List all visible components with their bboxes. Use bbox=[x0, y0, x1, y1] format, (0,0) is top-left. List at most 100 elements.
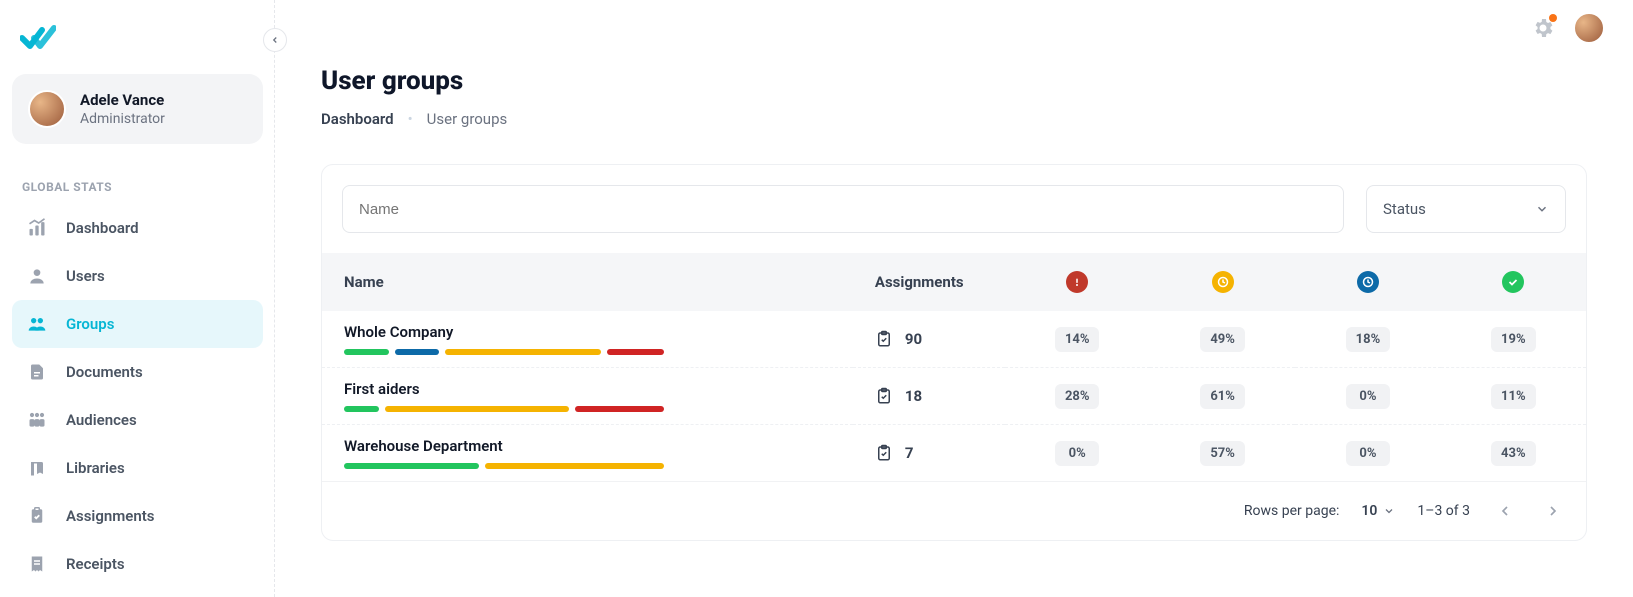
cell-assignments: 90 bbox=[853, 311, 1005, 368]
percent-badge: 61% bbox=[1200, 384, 1245, 409]
cell-assignments: 7 bbox=[853, 425, 1005, 482]
cell-percent-0: 28% bbox=[1005, 368, 1150, 425]
clock-blue-icon bbox=[1357, 271, 1379, 293]
assignments-count: 7 bbox=[905, 444, 914, 462]
table-row[interactable]: First aiders 18 28% 61% 0%11% bbox=[322, 368, 1586, 425]
cell-percent-3: 11% bbox=[1441, 368, 1586, 425]
sidebar-item-receipts[interactable]: Receipts bbox=[12, 540, 263, 588]
name-filter-input[interactable] bbox=[342, 185, 1344, 233]
breadcrumb-separator: • bbox=[408, 110, 413, 128]
breadcrumb-current: User groups bbox=[427, 110, 508, 128]
table-footer: Rows per page: 10 1–3 of 3 bbox=[322, 481, 1586, 540]
assignments-count: 18 bbox=[905, 387, 922, 405]
notification-dot bbox=[1549, 14, 1557, 22]
clipboard-icon bbox=[875, 329, 893, 349]
pagination-range: 1–3 of 3 bbox=[1417, 503, 1470, 519]
next-page-button[interactable] bbox=[1540, 498, 1566, 524]
sidebar-item-libraries[interactable]: Libraries bbox=[12, 444, 263, 492]
col-status-done bbox=[1441, 253, 1586, 311]
cell-percent-0: 14% bbox=[1005, 311, 1150, 368]
table-row[interactable]: Warehouse Department 7 0% 57% 0% 43% bbox=[322, 425, 1586, 482]
collapse-sidebar-button[interactable] bbox=[263, 28, 287, 52]
clock-yellow-icon bbox=[1212, 271, 1234, 293]
clipboard-icon bbox=[875, 386, 893, 406]
clipboard-check-icon bbox=[26, 505, 48, 527]
topbar-avatar[interactable] bbox=[1573, 12, 1605, 44]
sidebar-item-label: Audiences bbox=[66, 411, 137, 429]
chevron-right-icon bbox=[1545, 503, 1561, 519]
filters: Status bbox=[322, 165, 1586, 253]
cell-percent-3: 43% bbox=[1441, 425, 1586, 482]
sidebar-item-audiences[interactable]: Audiences bbox=[12, 396, 263, 444]
cell-percent-0: 0% bbox=[1005, 425, 1150, 482]
rows-per-page-label: Rows per page: bbox=[1244, 503, 1339, 519]
cell-name: Warehouse Department bbox=[322, 425, 853, 482]
group-name: First aiders bbox=[344, 380, 831, 398]
percent-badge: 43% bbox=[1491, 441, 1536, 466]
group-name: Whole Company bbox=[344, 323, 831, 341]
sidebar-item-label: Groups bbox=[66, 315, 114, 333]
sidebar-item-label: Assignments bbox=[66, 507, 154, 525]
col-assignments: Assignments bbox=[853, 253, 1005, 311]
chevron-left-icon bbox=[270, 35, 280, 45]
user-role: Administrator bbox=[80, 111, 165, 127]
percent-badge: 0% bbox=[1055, 441, 1099, 466]
percent-badge: 49% bbox=[1200, 327, 1245, 352]
percent-badge: 19% bbox=[1491, 327, 1536, 352]
cell-percent-2: 0% bbox=[1295, 368, 1440, 425]
rows-per-page-select[interactable]: 10 bbox=[1361, 503, 1395, 519]
cell-percent-2: 18% bbox=[1295, 311, 1440, 368]
main: User groups Dashboard • User groups Stat… bbox=[275, 0, 1633, 597]
check-icon bbox=[1502, 271, 1524, 293]
user-card[interactable]: Adele Vance Administrator bbox=[12, 74, 263, 144]
page-title: User groups bbox=[321, 66, 1587, 96]
chevron-left-icon bbox=[1497, 503, 1513, 519]
sidebar-item-groups[interactable]: Groups bbox=[12, 300, 263, 348]
audience-icon bbox=[26, 409, 48, 431]
sidebar-item-label: Libraries bbox=[66, 459, 125, 477]
users-group-icon bbox=[26, 313, 48, 335]
cell-name: First aiders bbox=[322, 368, 853, 425]
col-status-pending bbox=[1150, 253, 1295, 311]
topbar bbox=[1531, 12, 1605, 44]
cell-percent-2: 0% bbox=[1295, 425, 1440, 482]
alert-icon bbox=[1066, 271, 1088, 293]
percent-badge: 0% bbox=[1346, 441, 1390, 466]
groups-card: Status Name Assignments bbox=[321, 164, 1587, 541]
status-filter-label: Status bbox=[1383, 200, 1426, 218]
percent-badge: 28% bbox=[1055, 384, 1100, 409]
percent-badge: 57% bbox=[1200, 441, 1245, 466]
sidebar-item-label: Receipts bbox=[66, 555, 125, 573]
user-icon bbox=[26, 265, 48, 287]
document-icon bbox=[26, 361, 48, 383]
breadcrumb: Dashboard • User groups bbox=[321, 110, 1587, 128]
cell-percent-3: 19% bbox=[1441, 311, 1586, 368]
sidebar-item-dashboard[interactable]: Dashboard bbox=[12, 204, 263, 252]
sidebar-item-documents[interactable]: Documents bbox=[12, 348, 263, 396]
status-filter-select[interactable]: Status bbox=[1366, 185, 1566, 233]
sidebar-nav: Dashboard Users Groups Documents Audiences Li… bbox=[12, 204, 263, 588]
progress-bar bbox=[344, 463, 664, 469]
cell-percent-1: 57% bbox=[1150, 425, 1295, 482]
settings-button[interactable] bbox=[1531, 16, 1555, 40]
library-icon bbox=[26, 457, 48, 479]
cell-percent-1: 49% bbox=[1150, 311, 1295, 368]
table-row[interactable]: Whole Company 90 14% 49% 18% 19% bbox=[322, 311, 1586, 368]
chart-icon bbox=[26, 217, 48, 239]
sidebar-item-users[interactable]: Users bbox=[12, 252, 263, 300]
sidebar-item-label: Users bbox=[66, 267, 105, 285]
sidebar-item-assignments[interactable]: Assignments bbox=[12, 492, 263, 540]
group-name: Warehouse Department bbox=[344, 437, 831, 455]
percent-badge: 18% bbox=[1346, 327, 1391, 352]
col-status-scheduled bbox=[1295, 253, 1440, 311]
clipboard-icon bbox=[875, 443, 893, 463]
cell-assignments: 18 bbox=[853, 368, 1005, 425]
logo bbox=[20, 24, 263, 56]
progress-bar bbox=[344, 406, 664, 412]
chevron-down-icon bbox=[1383, 505, 1395, 517]
breadcrumb-dashboard[interactable]: Dashboard bbox=[321, 110, 394, 128]
logo-icon bbox=[20, 24, 56, 52]
user-name: Adele Vance bbox=[80, 91, 165, 109]
prev-page-button[interactable] bbox=[1492, 498, 1518, 524]
assignments-count: 90 bbox=[905, 330, 922, 348]
